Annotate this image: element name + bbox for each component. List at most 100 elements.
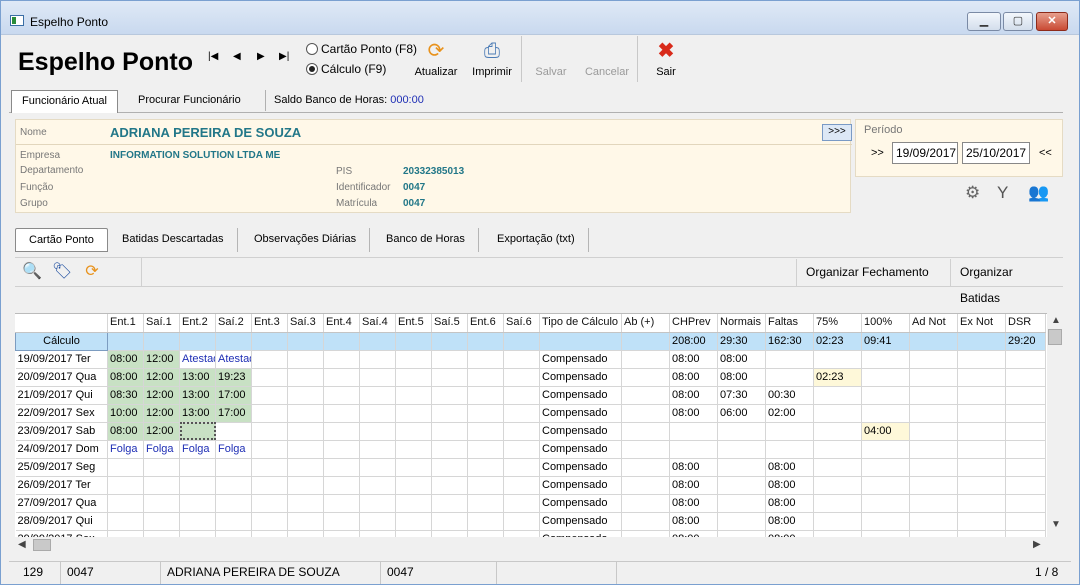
grid-cell[interactable] [1005, 494, 1046, 513]
cancelar-button[interactable]: Cancelar [583, 40, 631, 78]
grid-cell[interactable] [909, 350, 958, 369]
faltas-cell[interactable]: 02:00 [765, 404, 814, 423]
grid-cell[interactable] [957, 440, 1006, 459]
row-date[interactable]: 28/09/2017 Qui [15, 512, 108, 531]
grid-cell[interactable] [467, 440, 504, 459]
normais-cell[interactable]: 06:00 [717, 404, 766, 423]
summary-label[interactable]: Cálculo [15, 331, 108, 351]
p100-cell[interactable] [861, 386, 910, 405]
punch-cell[interactable] [179, 512, 216, 531]
scroll-right-arrow[interactable]: ▶ [1033, 539, 1041, 550]
faltas-cell[interactable]: 08:00 [765, 494, 814, 513]
grid-cell[interactable] [467, 476, 504, 495]
grid-cell[interactable] [251, 530, 288, 537]
punch-cell[interactable] [143, 530, 180, 537]
table-row[interactable]: 19/09/2017 Ter08:0012:00AtestadoAtestado… [15, 350, 1046, 369]
grid-cell[interactable] [359, 530, 396, 537]
grid-cell[interactable] [287, 422, 324, 441]
grid-cell[interactable] [957, 476, 1006, 495]
p100-cell[interactable]: 04:00 [861, 422, 910, 441]
scroll-left-arrow[interactable]: ◀ [18, 539, 26, 550]
punch-cell[interactable]: 08:00 [107, 368, 144, 387]
normais-cell[interactable] [717, 494, 766, 513]
organizar-fechamento-button[interactable]: Organizar Fechamento [796, 259, 938, 287]
faltas-cell[interactable]: 08:00 [765, 530, 814, 537]
punch-cell[interactable] [107, 512, 144, 531]
radio-calculo[interactable]: Cálculo (F9) [306, 62, 386, 76]
row-date[interactable]: 19/09/2017 Ter [15, 350, 108, 369]
punch-cell[interactable] [215, 422, 252, 441]
punch-cell[interactable] [215, 530, 252, 537]
tag-icon[interactable]: 🏷 [51, 261, 73, 283]
grid-cell[interactable] [909, 458, 958, 477]
faltas-cell[interactable]: 08:00 [765, 476, 814, 495]
scroll-up-arrow[interactable]: ▲ [1051, 315, 1061, 326]
grid-cell[interactable] [359, 512, 396, 531]
grid-cell[interactable] [621, 368, 670, 387]
grid-cell[interactable] [1005, 530, 1046, 537]
atualizar-button[interactable]: ⟳ Atualizar [414, 40, 458, 78]
p75-cell[interactable] [813, 440, 862, 459]
normais-cell[interactable] [717, 530, 766, 537]
grid-cell[interactable] [359, 368, 396, 387]
column-header[interactable]: 75% [813, 314, 862, 333]
punch-cell[interactable]: 13:00 [179, 404, 216, 423]
punch-cell[interactable]: 17:00 [215, 404, 252, 423]
grid-cell[interactable] [503, 512, 540, 531]
p75-cell[interactable] [813, 476, 862, 495]
grid-cell[interactable] [503, 332, 540, 351]
periodo-next-button[interactable]: << [1039, 147, 1052, 159]
grid-cell[interactable] [621, 512, 670, 531]
p75-cell[interactable] [813, 404, 862, 423]
p100-cell[interactable] [861, 404, 910, 423]
p100-cell[interactable] [861, 476, 910, 495]
column-header[interactable]: 100% [861, 314, 910, 333]
column-header[interactable]: Ent.2 [179, 314, 216, 333]
tipo-calculo-cell[interactable]: Compensado [539, 494, 622, 513]
grid-cell[interactable] [395, 512, 432, 531]
punch-cell[interactable] [107, 494, 144, 513]
tab-observacoes-diarias[interactable]: Observações Diárias [241, 228, 371, 252]
grid-cell[interactable] [359, 440, 396, 459]
grid-cell[interactable] [431, 512, 468, 531]
grid-cell[interactable] [909, 494, 958, 513]
table-row[interactable]: 26/09/2017 Ter Compensado 08:00 08:00 [15, 476, 1046, 495]
vertical-scrollbar[interactable]: ▲ ▼ [1047, 313, 1063, 537]
users-icon[interactable]: 👥 [1028, 183, 1049, 203]
grid-cell[interactable] [323, 494, 360, 513]
row-date[interactable]: 20/09/2017 Qua [15, 368, 108, 387]
row-date[interactable]: 21/09/2017 Qui [15, 386, 108, 405]
summary-75[interactable]: 02:23 [813, 332, 862, 351]
radio-cartao-ponto[interactable]: Cartão Ponto (F8) [306, 42, 417, 56]
grid-cell[interactable] [957, 332, 1006, 351]
grid-cell[interactable] [1005, 512, 1046, 531]
grid-cell[interactable] [621, 332, 670, 351]
column-header[interactable]: Saí.6 [503, 314, 540, 333]
grid-cell[interactable] [503, 440, 540, 459]
grid-cell[interactable] [323, 332, 360, 351]
grid-cell[interactable] [323, 368, 360, 387]
grid-cell[interactable] [395, 332, 432, 351]
column-header[interactable]: CHPrev [669, 314, 718, 333]
grid-cell[interactable] [621, 386, 670, 405]
grid-cell[interactable] [957, 512, 1006, 531]
grid-cell[interactable] [503, 530, 540, 537]
punch-cell[interactable]: Folga [215, 440, 252, 459]
grid-cell[interactable] [503, 368, 540, 387]
punch-cell[interactable]: 12:00 [143, 368, 180, 387]
summary-chprev[interactable]: 208:00 [669, 332, 718, 351]
first-record-button[interactable]: |◀ [208, 51, 218, 62]
grid-cell[interactable] [621, 530, 670, 537]
more-info-button[interactable]: >>> [822, 124, 852, 141]
row-date[interactable]: 25/09/2017 Seg [15, 458, 108, 477]
grid-cell[interactable] [251, 476, 288, 495]
grid-cell[interactable] [467, 512, 504, 531]
normais-cell[interactable]: 07:30 [717, 386, 766, 405]
grid-cell[interactable] [909, 422, 958, 441]
grid-cell[interactable] [431, 404, 468, 423]
grid-cell[interactable] [467, 422, 504, 441]
grid-cell[interactable] [287, 458, 324, 477]
grid-cell[interactable] [359, 404, 396, 423]
grid-cell[interactable] [251, 404, 288, 423]
grid-cell[interactable] [359, 332, 396, 351]
